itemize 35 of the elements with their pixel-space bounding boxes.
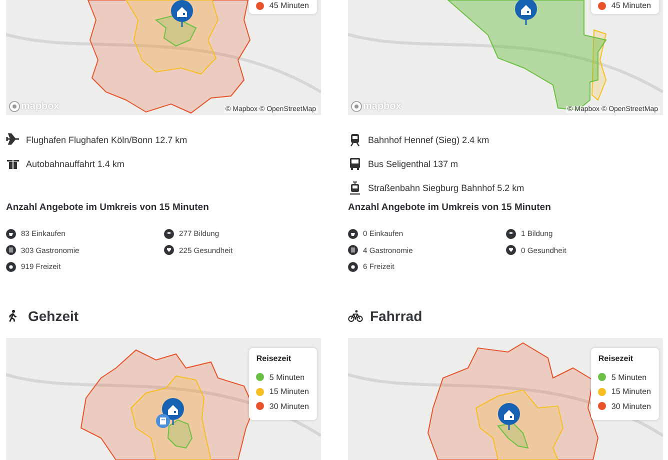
legend-label: 45 Minuten: [611, 1, 651, 10]
house-pin-icon[interactable]: [498, 403, 520, 431]
offers-heading: Anzahl Angebote im Umkreis von 15 Minuten: [348, 201, 552, 215]
transport-distance: Autobahnauffahrt 1.4 km: [26, 159, 124, 169]
legend-title: Reisezeit: [598, 354, 634, 363]
legend-label: 15 Minuten: [269, 387, 309, 396]
transport-distance: Straßenbahn Siegburg Bahnhof 5.2 km: [368, 183, 524, 193]
transport-distance: Bahnhof Hennef (Sieg) 2.4 km: [368, 135, 490, 145]
bus-icon: [348, 157, 362, 171]
airplane-icon: [6, 133, 20, 147]
legend-label: 45 Minuten: [269, 1, 309, 10]
highway-icon: [6, 157, 20, 171]
train-icon: [348, 133, 362, 147]
building-pin-icon[interactable]: [156, 414, 170, 428]
house-pin-icon[interactable]: [171, 0, 193, 28]
section-title: Gehzeit: [28, 308, 79, 324]
restaurant-icon: [6, 245, 16, 256]
shopping-icon: [348, 228, 358, 239]
legend-label: 30 Minuten: [269, 402, 309, 411]
legend-label: 5 Minuten: [611, 372, 647, 382]
tram-icon: [348, 181, 362, 195]
transport-distance: Flughafen Flughafen Köln/Bonn 12.7 km: [26, 135, 188, 145]
transport-distance: Bus Seligenthal 137 m: [368, 159, 458, 169]
legend-label: 30 Minuten: [611, 402, 651, 411]
section-title: Fahrrad: [370, 308, 422, 324]
legend-title: Reisezeit: [256, 354, 292, 363]
restaurant-icon: [348, 245, 358, 256]
legend-label: 15 Minuten: [611, 387, 651, 396]
shopping-icon: [6, 228, 16, 239]
heart-icon: [164, 245, 174, 256]
heart-icon: [506, 245, 516, 256]
house-pin-icon[interactable]: [515, 0, 537, 26]
offers-heading: Anzahl Angebote im Umkreis von 15 Minuten: [6, 201, 210, 215]
legend-label: 5 Minuten: [269, 372, 305, 382]
bicycle-icon: [348, 309, 363, 323]
